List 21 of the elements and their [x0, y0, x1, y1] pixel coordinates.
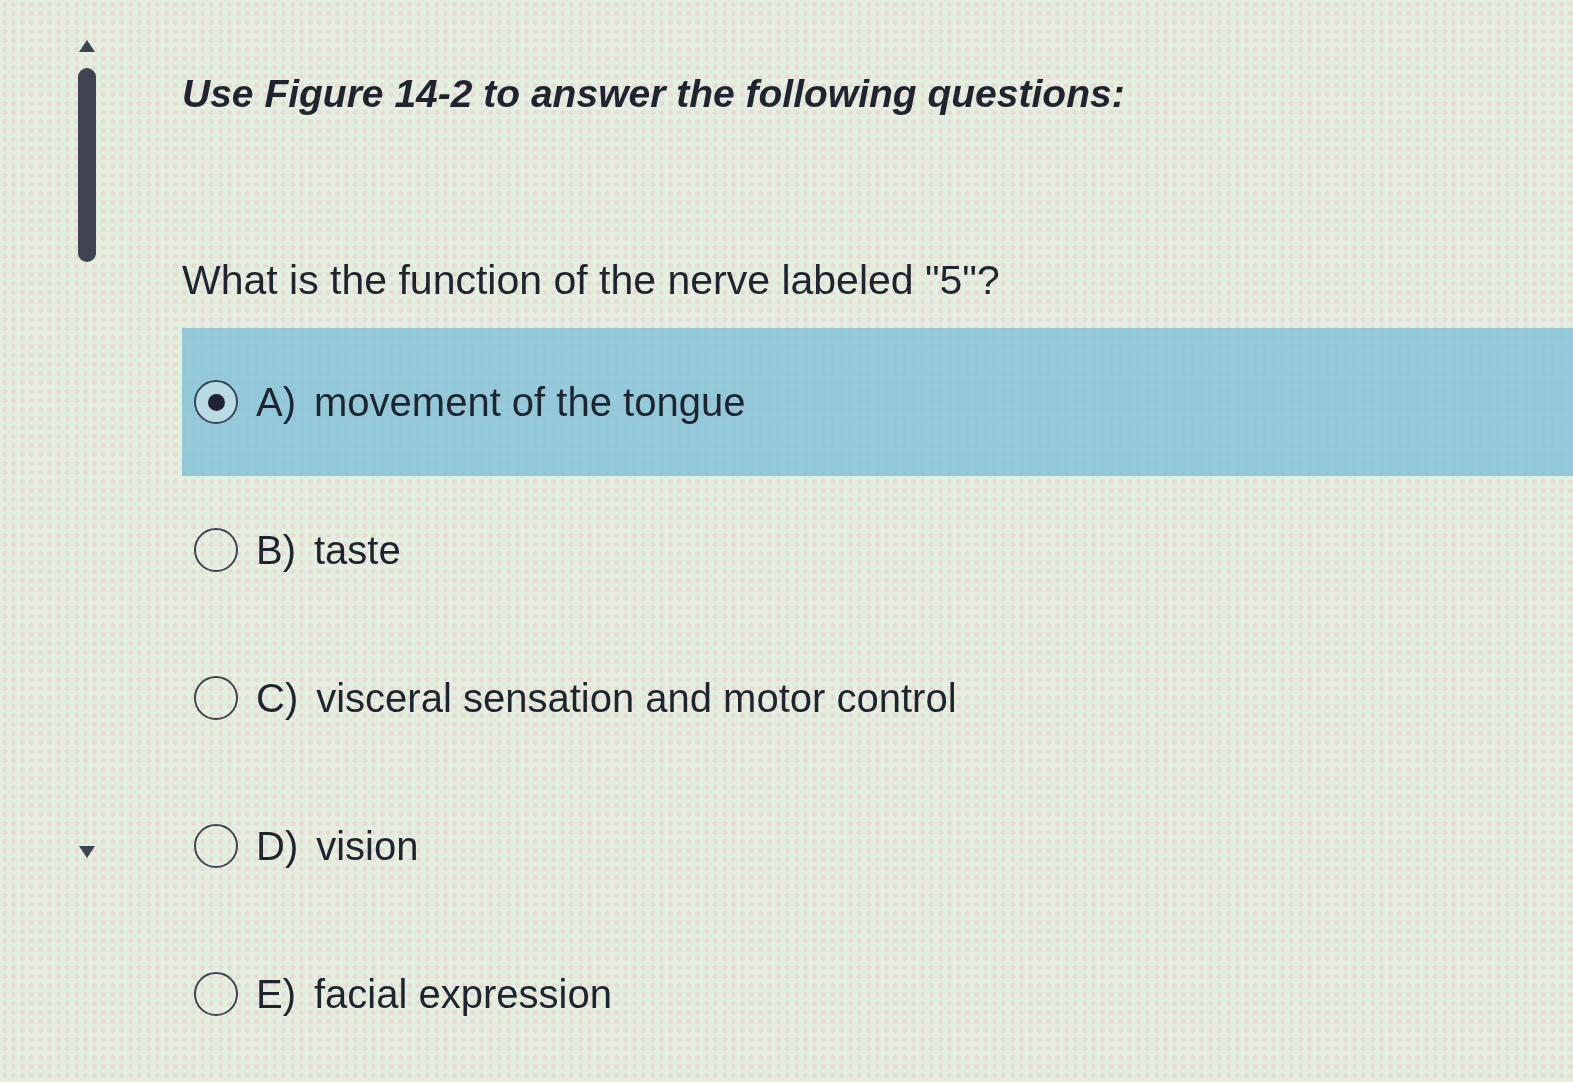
option-text: facial expression: [314, 971, 612, 1018]
option-text: taste: [314, 527, 401, 574]
scroll-up-icon[interactable]: [79, 40, 95, 52]
radio-button[interactable]: [194, 528, 238, 572]
option-text: vision: [316, 823, 419, 870]
radio-button[interactable]: [194, 676, 238, 720]
radio-button[interactable]: [194, 972, 238, 1016]
question-text: What is the function of the nerve labeled "5"?: [182, 256, 1000, 305]
option-text: visceral sensation and motor control: [316, 675, 957, 722]
option-letter: C): [256, 675, 299, 722]
scroll-down-icon[interactable]: [79, 846, 95, 858]
radio-button[interactable]: [194, 824, 238, 868]
scrollbar-thumb[interactable]: [78, 68, 96, 262]
option-text: movement of the tongue: [314, 379, 746, 426]
selected-answer-row[interactable]: A) movement of the tongue: [182, 328, 1573, 476]
radio-button[interactable]: [194, 380, 238, 424]
option-letter: B): [256, 527, 296, 574]
option-letter: E): [256, 971, 296, 1018]
option-letter: D): [256, 823, 299, 870]
option-letter: A): [256, 379, 296, 426]
instruction-heading: Use Figure 14-2 to answer the following questions:: [182, 71, 1125, 117]
